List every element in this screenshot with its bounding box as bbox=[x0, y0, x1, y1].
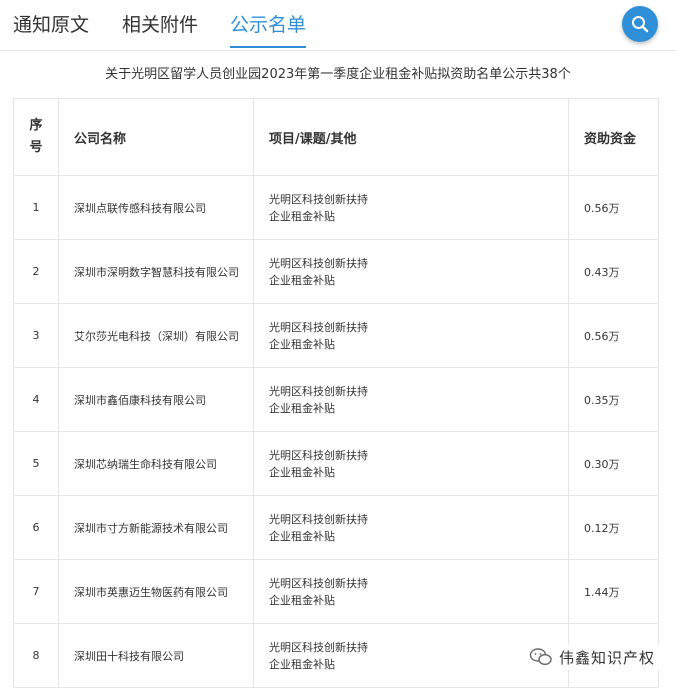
row-index: 5 bbox=[13, 431, 59, 496]
row-project: 光明区科技创新扶持 企业租金补贴 bbox=[253, 623, 569, 688]
table-row: 7 深圳市英惠迈生物医药有限公司 光明区科技创新扶持 企业租金补贴 1.44万 bbox=[13, 559, 659, 624]
row-index: 1 bbox=[13, 175, 59, 240]
row-amount: 0.56万 bbox=[568, 303, 659, 368]
table-row: 4 深圳市鑫佰康科技有限公司 光明区科技创新扶持 企业租金补贴 0.35万 bbox=[13, 367, 659, 432]
row-amount: 0.12万 bbox=[568, 495, 659, 560]
row-amount: 0.30万 bbox=[568, 431, 659, 496]
active-tab-indicator bbox=[230, 46, 306, 48]
wechat-icon bbox=[529, 647, 553, 667]
table-header-row: 序号 公司名称 项目/课题/其他 资助资金 bbox=[13, 98, 659, 176]
row-company: 深圳田十科技有限公司 bbox=[58, 623, 254, 688]
row-company: 艾尔莎光电科技（深圳）有限公司 bbox=[58, 303, 254, 368]
row-index: 2 bbox=[13, 239, 59, 304]
row-project: 光明区科技创新扶持 企业租金补贴 bbox=[253, 367, 569, 432]
row-index: 6 bbox=[13, 495, 59, 560]
table-row: 2 深圳市深明数字智慧科技有限公司 光明区科技创新扶持 企业租金补贴 0.43万 bbox=[13, 239, 659, 304]
row-project: 光明区科技创新扶持 企业租金补贴 bbox=[253, 431, 569, 496]
tab-notice-original[interactable]: 通知原文 bbox=[13, 12, 89, 38]
table-row: 1 深圳点联传感科技有限公司 光明区科技创新扶持 企业租金补贴 0.56万 bbox=[13, 175, 659, 240]
row-index: 8 bbox=[13, 623, 59, 688]
row-company: 深圳市英惠迈生物医药有限公司 bbox=[58, 559, 254, 624]
row-index: 4 bbox=[13, 367, 59, 432]
row-amount: 0.35万 bbox=[568, 367, 659, 432]
row-company: 深圳市寸方新能源技术有限公司 bbox=[58, 495, 254, 560]
row-project: 光明区科技创新扶持 企业租金补贴 bbox=[253, 495, 569, 560]
row-index: 3 bbox=[13, 303, 59, 368]
row-company: 深圳点联传感科技有限公司 bbox=[58, 175, 254, 240]
header-amount: 资助资金 bbox=[568, 98, 659, 176]
row-amount: 0.56万 bbox=[568, 175, 659, 240]
tab-bar: 通知原文 相关附件 公示名单 bbox=[0, 0, 676, 51]
row-project: 光明区科技创新扶持 企业租金补贴 bbox=[253, 559, 569, 624]
search-button[interactable] bbox=[622, 6, 658, 42]
row-company: 深圳市深明数字智慧科技有限公司 bbox=[58, 239, 254, 304]
header-company: 公司名称 bbox=[58, 98, 254, 176]
row-project: 光明区科技创新扶持 企业租金补贴 bbox=[253, 239, 569, 304]
table-row: 5 深圳芯纳瑞生命科技有限公司 光明区科技创新扶持 企业租金补贴 0.30万 bbox=[13, 431, 659, 496]
row-amount: 0.43万 bbox=[568, 239, 659, 304]
tab-attachments[interactable]: 相关附件 bbox=[122, 12, 198, 38]
row-company: 深圳市鑫佰康科技有限公司 bbox=[58, 367, 254, 432]
grant-list-table: 序号 公司名称 项目/课题/其他 资助资金 1 深圳点联传感科技有限公司 光明区… bbox=[13, 98, 659, 688]
watermark-text: 伟鑫知识产权 bbox=[559, 648, 656, 667]
row-project: 光明区科技创新扶持 企业租金补贴 bbox=[253, 303, 569, 368]
row-project: 光明区科技创新扶持 企业租金补贴 bbox=[253, 175, 569, 240]
table-row: 6 深圳市寸方新能源技术有限公司 光明区科技创新扶持 企业租金补贴 0.12万 bbox=[13, 495, 659, 560]
row-amount: 1.44万 bbox=[568, 559, 659, 624]
page-title: 关于光明区留学人员创业园2023年第一季度企业租金补贴拟资助名单公示共38个 bbox=[105, 67, 571, 82]
row-company: 深圳芯纳瑞生命科技有限公司 bbox=[58, 431, 254, 496]
tab-publicity-list[interactable]: 公示名单 bbox=[230, 12, 306, 38]
row-index: 7 bbox=[13, 559, 59, 624]
search-icon bbox=[631, 15, 649, 33]
table-row: 3 艾尔莎光电科技（深圳）有限公司 光明区科技创新扶持 企业租金补贴 0.56万 bbox=[13, 303, 659, 368]
header-project: 项目/课题/其他 bbox=[253, 98, 569, 176]
watermark: 伟鑫知识产权 bbox=[527, 644, 662, 670]
header-index: 序号 bbox=[13, 98, 59, 176]
